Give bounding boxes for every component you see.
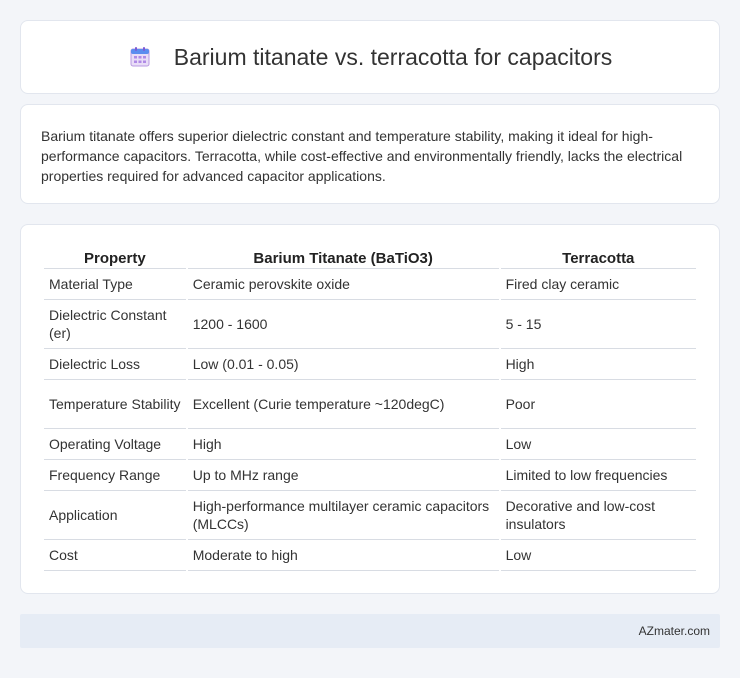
header-terracotta: Terracotta (500, 249, 696, 269)
cell-barium-titanate: High-performance multilayer ceramic capa… (187, 491, 499, 540)
table-row: Application High-performance multilayer … (44, 491, 696, 540)
cell-terracotta: Poor (500, 380, 696, 429)
cell-property: Temperature Stability (44, 380, 186, 429)
cell-property: Operating Voltage (44, 429, 186, 460)
calendar-icon (128, 45, 152, 69)
cell-terracotta: 5 - 15 (500, 300, 696, 349)
comparison-table-card: Property Barium Titanate (BaTiO3) Terrac… (20, 224, 720, 594)
intro-card: Barium titanate offers superior dielectr… (20, 104, 720, 204)
cell-property: Dielectric Constant (er) (44, 300, 186, 349)
cell-terracotta: Fired clay ceramic (500, 269, 696, 300)
table-row: Dielectric Constant (er) 1200 - 1600 5 -… (44, 300, 696, 349)
cell-barium-titanate: Low (0.01 - 0.05) (187, 349, 499, 380)
cell-barium-titanate: Excellent (Curie temperature ~120degC) (187, 380, 499, 429)
cell-barium-titanate: Ceramic perovskite oxide (187, 269, 499, 300)
header-barium-titanate: Barium Titanate (BaTiO3) (187, 249, 499, 269)
cell-property: Frequency Range (44, 460, 186, 491)
title-card: Barium titanate vs. terracotta for capac… (20, 20, 720, 94)
cell-property: Application (44, 491, 186, 540)
footer: AZmater.com (20, 614, 720, 648)
cell-terracotta: High (500, 349, 696, 380)
table-row: Temperature Stability Excellent (Curie t… (44, 380, 696, 429)
cell-terracotta: Low (500, 429, 696, 460)
comparison-table: Property Barium Titanate (BaTiO3) Terrac… (42, 249, 698, 571)
cell-barium-titanate: Moderate to high (187, 540, 499, 571)
table-row: Dielectric Loss Low (0.01 - 0.05) High (44, 349, 696, 380)
table-header-row: Property Barium Titanate (BaTiO3) Terrac… (44, 249, 696, 269)
header-property: Property (44, 249, 186, 269)
table-row: Frequency Range Up to MHz range Limited … (44, 460, 696, 491)
cell-barium-titanate: Up to MHz range (187, 460, 499, 491)
cell-property: Dielectric Loss (44, 349, 186, 380)
cell-barium-titanate: 1200 - 1600 (187, 300, 499, 349)
cell-property: Cost (44, 540, 186, 571)
cell-barium-titanate: High (187, 429, 499, 460)
cell-terracotta: Decorative and low-cost insulators (500, 491, 696, 540)
cell-property: Material Type (44, 269, 186, 300)
table-row: Material Type Ceramic perovskite oxide F… (44, 269, 696, 300)
intro-text: Barium titanate offers superior dielectr… (41, 128, 683, 184)
page: Barium titanate vs. terracotta for capac… (0, 0, 740, 678)
cell-terracotta: Low (500, 540, 696, 571)
page-title: Barium titanate vs. terracotta for capac… (173, 43, 613, 70)
table-row: Cost Moderate to high Low (44, 540, 696, 571)
cell-terracotta: Limited to low frequencies (500, 460, 696, 491)
table-row: Operating Voltage High Low (44, 429, 696, 460)
footer-site-link[interactable]: AZmater.com (639, 624, 710, 638)
